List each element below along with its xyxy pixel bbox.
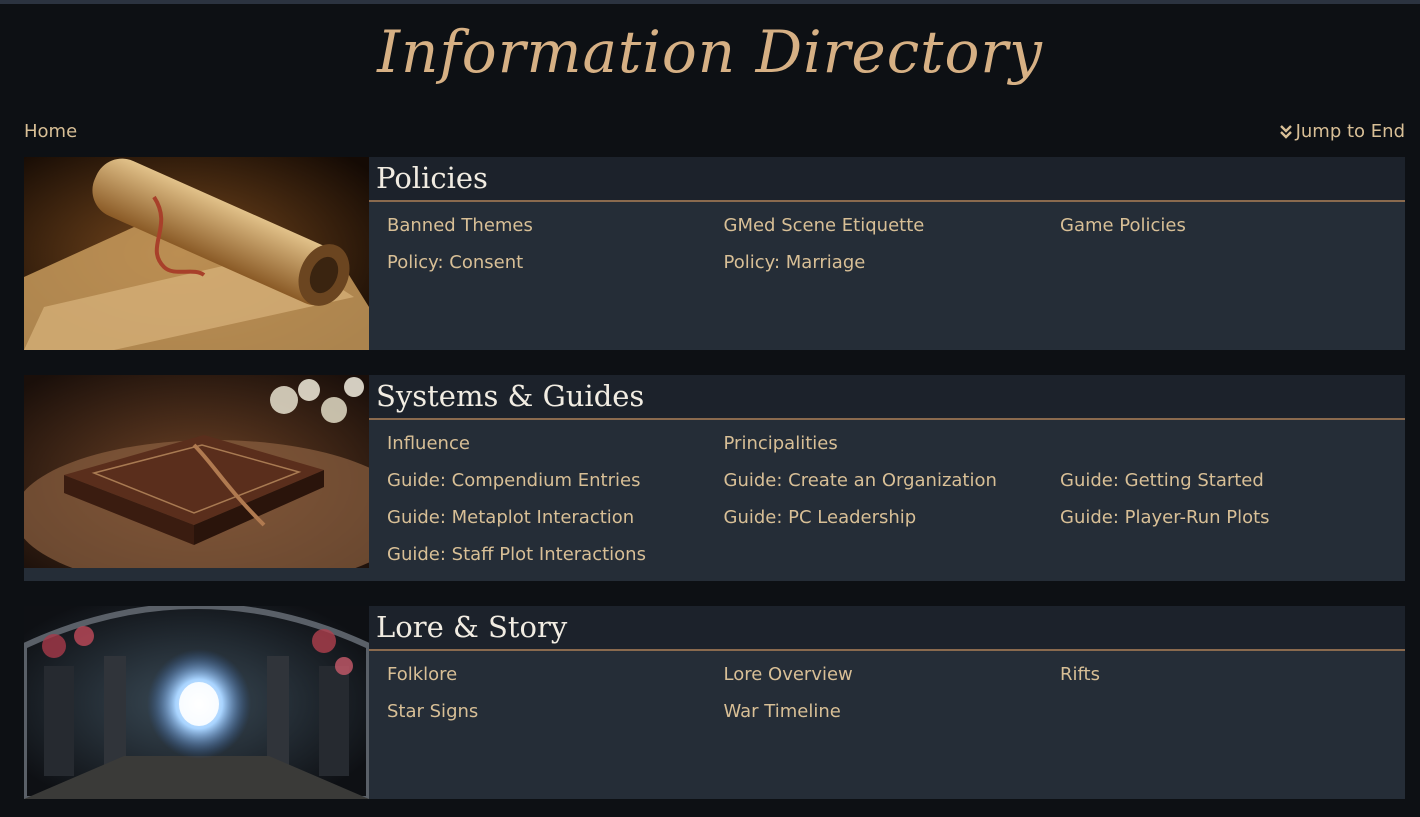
link-guide-player-run-plots[interactable]: Guide: Player-Run Plots [1060,506,1397,529]
link-influence[interactable]: Influence [387,432,724,455]
section-heading-bar: Policies [369,157,1405,202]
jump-to-end-label: Jump to End [1295,121,1405,142]
link-banned-themes[interactable]: Banned Themes [387,214,724,237]
link-star-signs[interactable]: Star Signs [387,700,724,723]
link-gmed-scene-etiquette[interactable]: GMed Scene Etiquette [724,214,1061,237]
section-heading: Systems & Guides [376,379,645,413]
glowing-portal-image [24,606,369,799]
link-rifts[interactable]: Rifts [1060,663,1397,686]
jump-to-end-link[interactable]: Jump to End [1279,121,1405,142]
link-guide-create-organization[interactable]: Guide: Create an Organization [724,469,1061,492]
section-heading-bar: Lore & Story [369,606,1405,651]
section-links: Influence Principalities Guide: Compendi… [387,432,1397,566]
link-principalities[interactable]: Principalities [724,432,1061,455]
section-systems-guides: Systems & Guides Influence Principalitie… [24,375,1405,581]
section-heading: Lore & Story [376,610,568,644]
link-war-timeline[interactable]: War Timeline [724,700,1061,723]
top-bar [0,0,1420,4]
leather-book-image [24,375,369,568]
page-title: Information Directory [377,18,1043,86]
link-guide-compendium-entries[interactable]: Guide: Compendium Entries [387,469,724,492]
link-guide-staff-plot-interactions[interactable]: Guide: Staff Plot Interactions [387,543,724,566]
link-guide-metaplot-interaction[interactable]: Guide: Metaplot Interaction [387,506,724,529]
link-guide-pc-leadership[interactable]: Guide: PC Leadership [724,506,1061,529]
section-heading-bar: Systems & Guides [369,375,1405,420]
rolled-scroll-image [24,157,369,350]
double-chevron-down-icon [1279,124,1292,139]
link-policy-marriage[interactable]: Policy: Marriage [724,251,1061,274]
link-policy-consent[interactable]: Policy: Consent [387,251,724,274]
link-lore-overview[interactable]: Lore Overview [724,663,1061,686]
home-link[interactable]: Home [24,121,77,142]
section-heading: Policies [376,161,488,195]
section-links: Banned Themes GMed Scene Etiquette Game … [387,214,1397,274]
section-policies: Policies Banned Themes GMed Scene Etique… [24,157,1405,350]
section-links: Folklore Lore Overview Rifts Star Signs … [387,663,1397,723]
section-lore-story: Lore & Story Folklore Lore Overview Rift… [24,606,1405,799]
link-guide-getting-started[interactable]: Guide: Getting Started [1060,469,1397,492]
empty-cell [1060,432,1397,455]
link-folklore[interactable]: Folklore [387,663,724,686]
link-game-policies[interactable]: Game Policies [1060,214,1397,237]
